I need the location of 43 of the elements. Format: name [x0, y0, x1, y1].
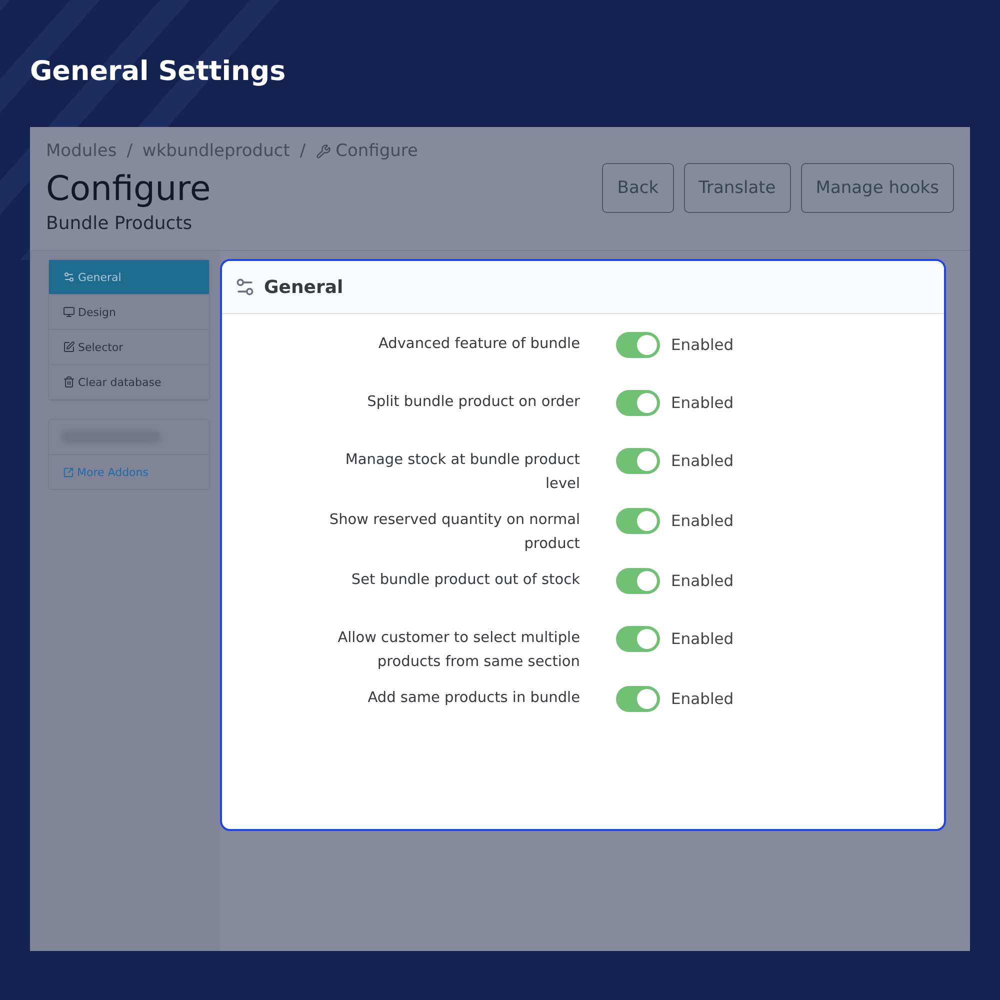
status-text: Enabled — [671, 451, 735, 472]
toggle-switch[interactable] — [616, 390, 660, 416]
toolbar-button[interactable]: Manage hooks — [800, 163, 954, 213]
breadcrumb-link[interactable]: wkbundleproduct — [142, 141, 290, 161]
toolbar-button[interactable]: Back — [602, 163, 674, 213]
status-text: Enabled — [671, 629, 735, 650]
card-title: General — [264, 276, 344, 298]
setting-label: Add same products in bundle — [366, 689, 580, 708]
status-text: Enabled — [671, 511, 735, 532]
setting-label: Show reserved quantity on normal product — [328, 511, 580, 554]
page-subtitle: Bundle Products — [46, 213, 194, 234]
breadcrumb-link[interactable]: Modules — [46, 141, 117, 161]
breadcrumb-separator: / — [126, 141, 132, 161]
wrench-icon — [316, 144, 331, 158]
toggle-switch[interactable] — [616, 508, 660, 534]
trash-icon — [63, 376, 75, 388]
status-text: Enabled — [671, 689, 735, 710]
edit-icon — [63, 341, 75, 353]
setting-label: Split bundle product on order — [366, 393, 580, 412]
more-addons-link[interactable]: More Addons — [49, 455, 209, 489]
toggle-switch[interactable] — [616, 686, 660, 712]
status-text: Enabled — [671, 393, 735, 414]
banner-title: General Settings — [30, 56, 286, 87]
sidebar-item[interactable]: Selector — [49, 330, 209, 365]
setting-label: Manage stock at bundle product level — [344, 451, 580, 494]
external-link-icon — [63, 466, 74, 478]
toggle-switch[interactable] — [616, 332, 660, 358]
toggle-switch[interactable] — [616, 568, 660, 594]
toolbar-button[interactable]: Translate — [684, 163, 791, 213]
page-title: Configure — [46, 169, 211, 209]
sidebar-item[interactable]: General — [49, 260, 209, 295]
sidebar-item[interactable]: Design — [49, 295, 209, 330]
setting-label: Allow customer to select multiple products from same section — [336, 629, 580, 672]
breadcrumb-separator: / — [300, 141, 306, 161]
sidebar-item[interactable]: Clear database — [49, 365, 209, 400]
setting-label: Advanced feature of bundle — [377, 335, 580, 354]
setting-label: Set bundle product out of stock — [350, 571, 580, 590]
toggle-switch[interactable] — [616, 448, 660, 474]
monitor-icon — [63, 306, 75, 318]
status-text: Enabled — [671, 571, 735, 592]
status-text: Enabled — [671, 335, 735, 356]
toggle-switch[interactable] — [616, 626, 660, 652]
breadcrumb-link[interactable]: Configure — [316, 141, 418, 161]
